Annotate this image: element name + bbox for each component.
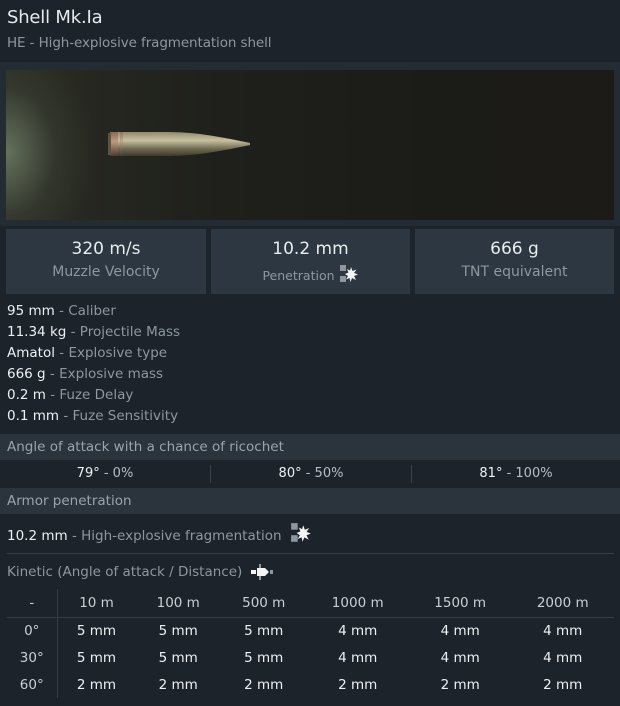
stats-row: 320 m/s Muzzle Velocity 10.2 mm Penetrat…: [0, 229, 620, 294]
shell-properties: 95 mm - Caliber 11.34 kg - Projectile Ma…: [7, 302, 180, 428]
row-header: 0°: [7, 617, 58, 644]
table-cell: 5 mm: [158, 622, 198, 639]
property-separator: -: [54, 345, 69, 361]
ricochet-cell: 80° - 50%: [211, 461, 411, 487]
property-value: 0.2 m: [7, 387, 46, 403]
stat-label: Muzzle Velocity: [52, 264, 160, 280]
armor-penetration-section-title: Armor penetration: [0, 488, 620, 514]
ricochet-cell: 81° - 100%: [412, 461, 620, 487]
table-cell: 5 mm: [158, 649, 198, 666]
stat-label-wrap: Penetration: [211, 264, 410, 288]
column-header: 100 m: [135, 589, 221, 618]
property-separator: -: [54, 303, 69, 319]
table-cell: 2 mm: [338, 676, 378, 693]
ricochet-chance: - 0%: [99, 466, 134, 481]
property-label: Caliber: [68, 303, 116, 319]
property-value: 95 mm: [7, 303, 55, 319]
table-row: 0° 5 mm 5 mm 5 mm 4 mm 4 mm 4 mm: [7, 617, 614, 644]
column-header: 1000 m: [306, 589, 409, 618]
shell-subtitle: HE - High-explosive fragmentation shell: [7, 35, 272, 51]
kinetic-penetration-table: - 10 m 100 m 500 m 1000 m 1500 m 2000 m …: [7, 589, 614, 698]
column-header: 1500 m: [408, 589, 512, 618]
property-separator: -: [45, 366, 60, 382]
table-cell: 5 mm: [76, 622, 117, 639]
shell-model-image: [6, 70, 614, 220]
table-cell: 4 mm: [440, 649, 480, 666]
stat-value: 666 g: [490, 239, 539, 259]
table-cell: 2 mm: [244, 676, 284, 693]
kinetic-title-text: Kinetic (Angle of attack / Distance): [7, 564, 243, 580]
column-header: 2000 m: [511, 589, 614, 618]
column-header: 500 m: [220, 589, 307, 618]
explosion-icon: [339, 264, 359, 288]
property-value: Amatol: [7, 345, 55, 361]
property-projectile-mass: 11.34 kg - Projectile Mass: [7, 323, 180, 344]
stat-muzzle-velocity: 320 m/s Muzzle Velocity: [6, 229, 206, 294]
shell-projectile-graphic: [108, 132, 250, 156]
table-cell: 4 mm: [338, 622, 378, 639]
ricochet-angle: 79°: [76, 466, 100, 481]
property-fuze-sensitivity: 0.1 mm - Fuze Sensitivity: [7, 407, 180, 428]
ricochet-row: 79° - 0% 80° - 50% 81° - 100%: [0, 461, 620, 487]
table-cell: 5 mm: [244, 622, 284, 639]
property-label: Fuze Sensitivity: [72, 408, 179, 424]
table-cell: 4 mm: [543, 622, 583, 639]
property-separator: -: [66, 324, 80, 340]
stat-label: TNT equivalent: [461, 264, 568, 280]
property-label: Projectile Mass: [79, 324, 181, 340]
property-separator: -: [45, 387, 60, 403]
table-cell: 5 mm: [244, 649, 284, 666]
property-explosive-mass: 666 g - Explosive mass: [7, 365, 180, 386]
ricochet-angle: 80°: [278, 466, 302, 481]
table-cell: 4 mm: [440, 622, 480, 639]
stat-tnt-equivalent: 666 g TNT equivalent: [415, 229, 614, 294]
shell-title: Shell Mk.Ia: [7, 7, 103, 28]
property-value: 666 g: [7, 366, 46, 382]
table-cell: 4 mm: [543, 649, 583, 666]
shell-header: Shell Mk.Ia HE - High-explosive fragment…: [0, 0, 620, 62]
column-header: -: [7, 589, 58, 618]
table-cell: 4 mm: [338, 649, 378, 666]
table-header-row: - 10 m 100 m 500 m 1000 m 1500 m 2000 m: [7, 589, 614, 618]
he-penetration-value: 10.2 mm: [7, 528, 68, 544]
table-cell: 5 mm: [76, 649, 117, 666]
ricochet-section-title: Angle of attack with a chance of ricoche…: [0, 434, 620, 460]
property-separator: -: [59, 408, 73, 424]
ricochet-chance: - 50%: [301, 466, 344, 481]
ricochet-cell: 79° - 0%: [0, 461, 210, 487]
table-cell: 2 mm: [440, 676, 480, 693]
property-fuze-delay: 0.2 m - Fuze Delay: [7, 386, 180, 407]
property-label: Explosive type: [68, 345, 168, 361]
stat-label: Penetration: [262, 268, 335, 283]
shell-preview: [0, 62, 620, 226]
property-label: Fuze Delay: [59, 387, 134, 403]
row-header: 60°: [7, 671, 58, 698]
property-label: Explosive mass: [59, 366, 164, 382]
row-header: 30°: [7, 644, 58, 671]
table-cell: 2 mm: [543, 676, 583, 693]
stat-value: 320 m/s: [71, 239, 141, 259]
divider: [7, 553, 614, 554]
kinetic-penetration-title: Kinetic (Angle of attack / Distance): [7, 561, 273, 583]
shell-impact-icon: [250, 564, 273, 587]
table-row: 30° 5 mm 5 mm 5 mm 4 mm 4 mm 4 mm: [7, 644, 614, 671]
property-explosive-type: Amatol - Explosive type: [7, 344, 180, 365]
ricochet-angle: 81°: [479, 466, 503, 481]
table-cell: 2 mm: [76, 676, 117, 693]
table-cell: 2 mm: [158, 676, 198, 693]
property-value: 0.1 mm: [7, 408, 60, 424]
property-caliber: 95 mm - Caliber: [7, 302, 180, 323]
stat-value: 10.2 mm: [272, 239, 349, 259]
column-header: 10 m: [57, 589, 136, 618]
table-row: 60° 2 mm 2 mm 2 mm 2 mm 2 mm 2 mm: [7, 671, 614, 698]
explosion-icon: [290, 522, 312, 552]
property-value: 11.34 kg: [7, 324, 67, 340]
he-penetration-label: - High-explosive fragmentation: [67, 528, 282, 544]
ricochet-chance: - 100%: [502, 466, 553, 481]
he-penetration-row: 10.2 mm - High-explosive fragmentation: [7, 522, 312, 546]
stat-penetration: 10.2 mm Penetration: [211, 229, 410, 294]
